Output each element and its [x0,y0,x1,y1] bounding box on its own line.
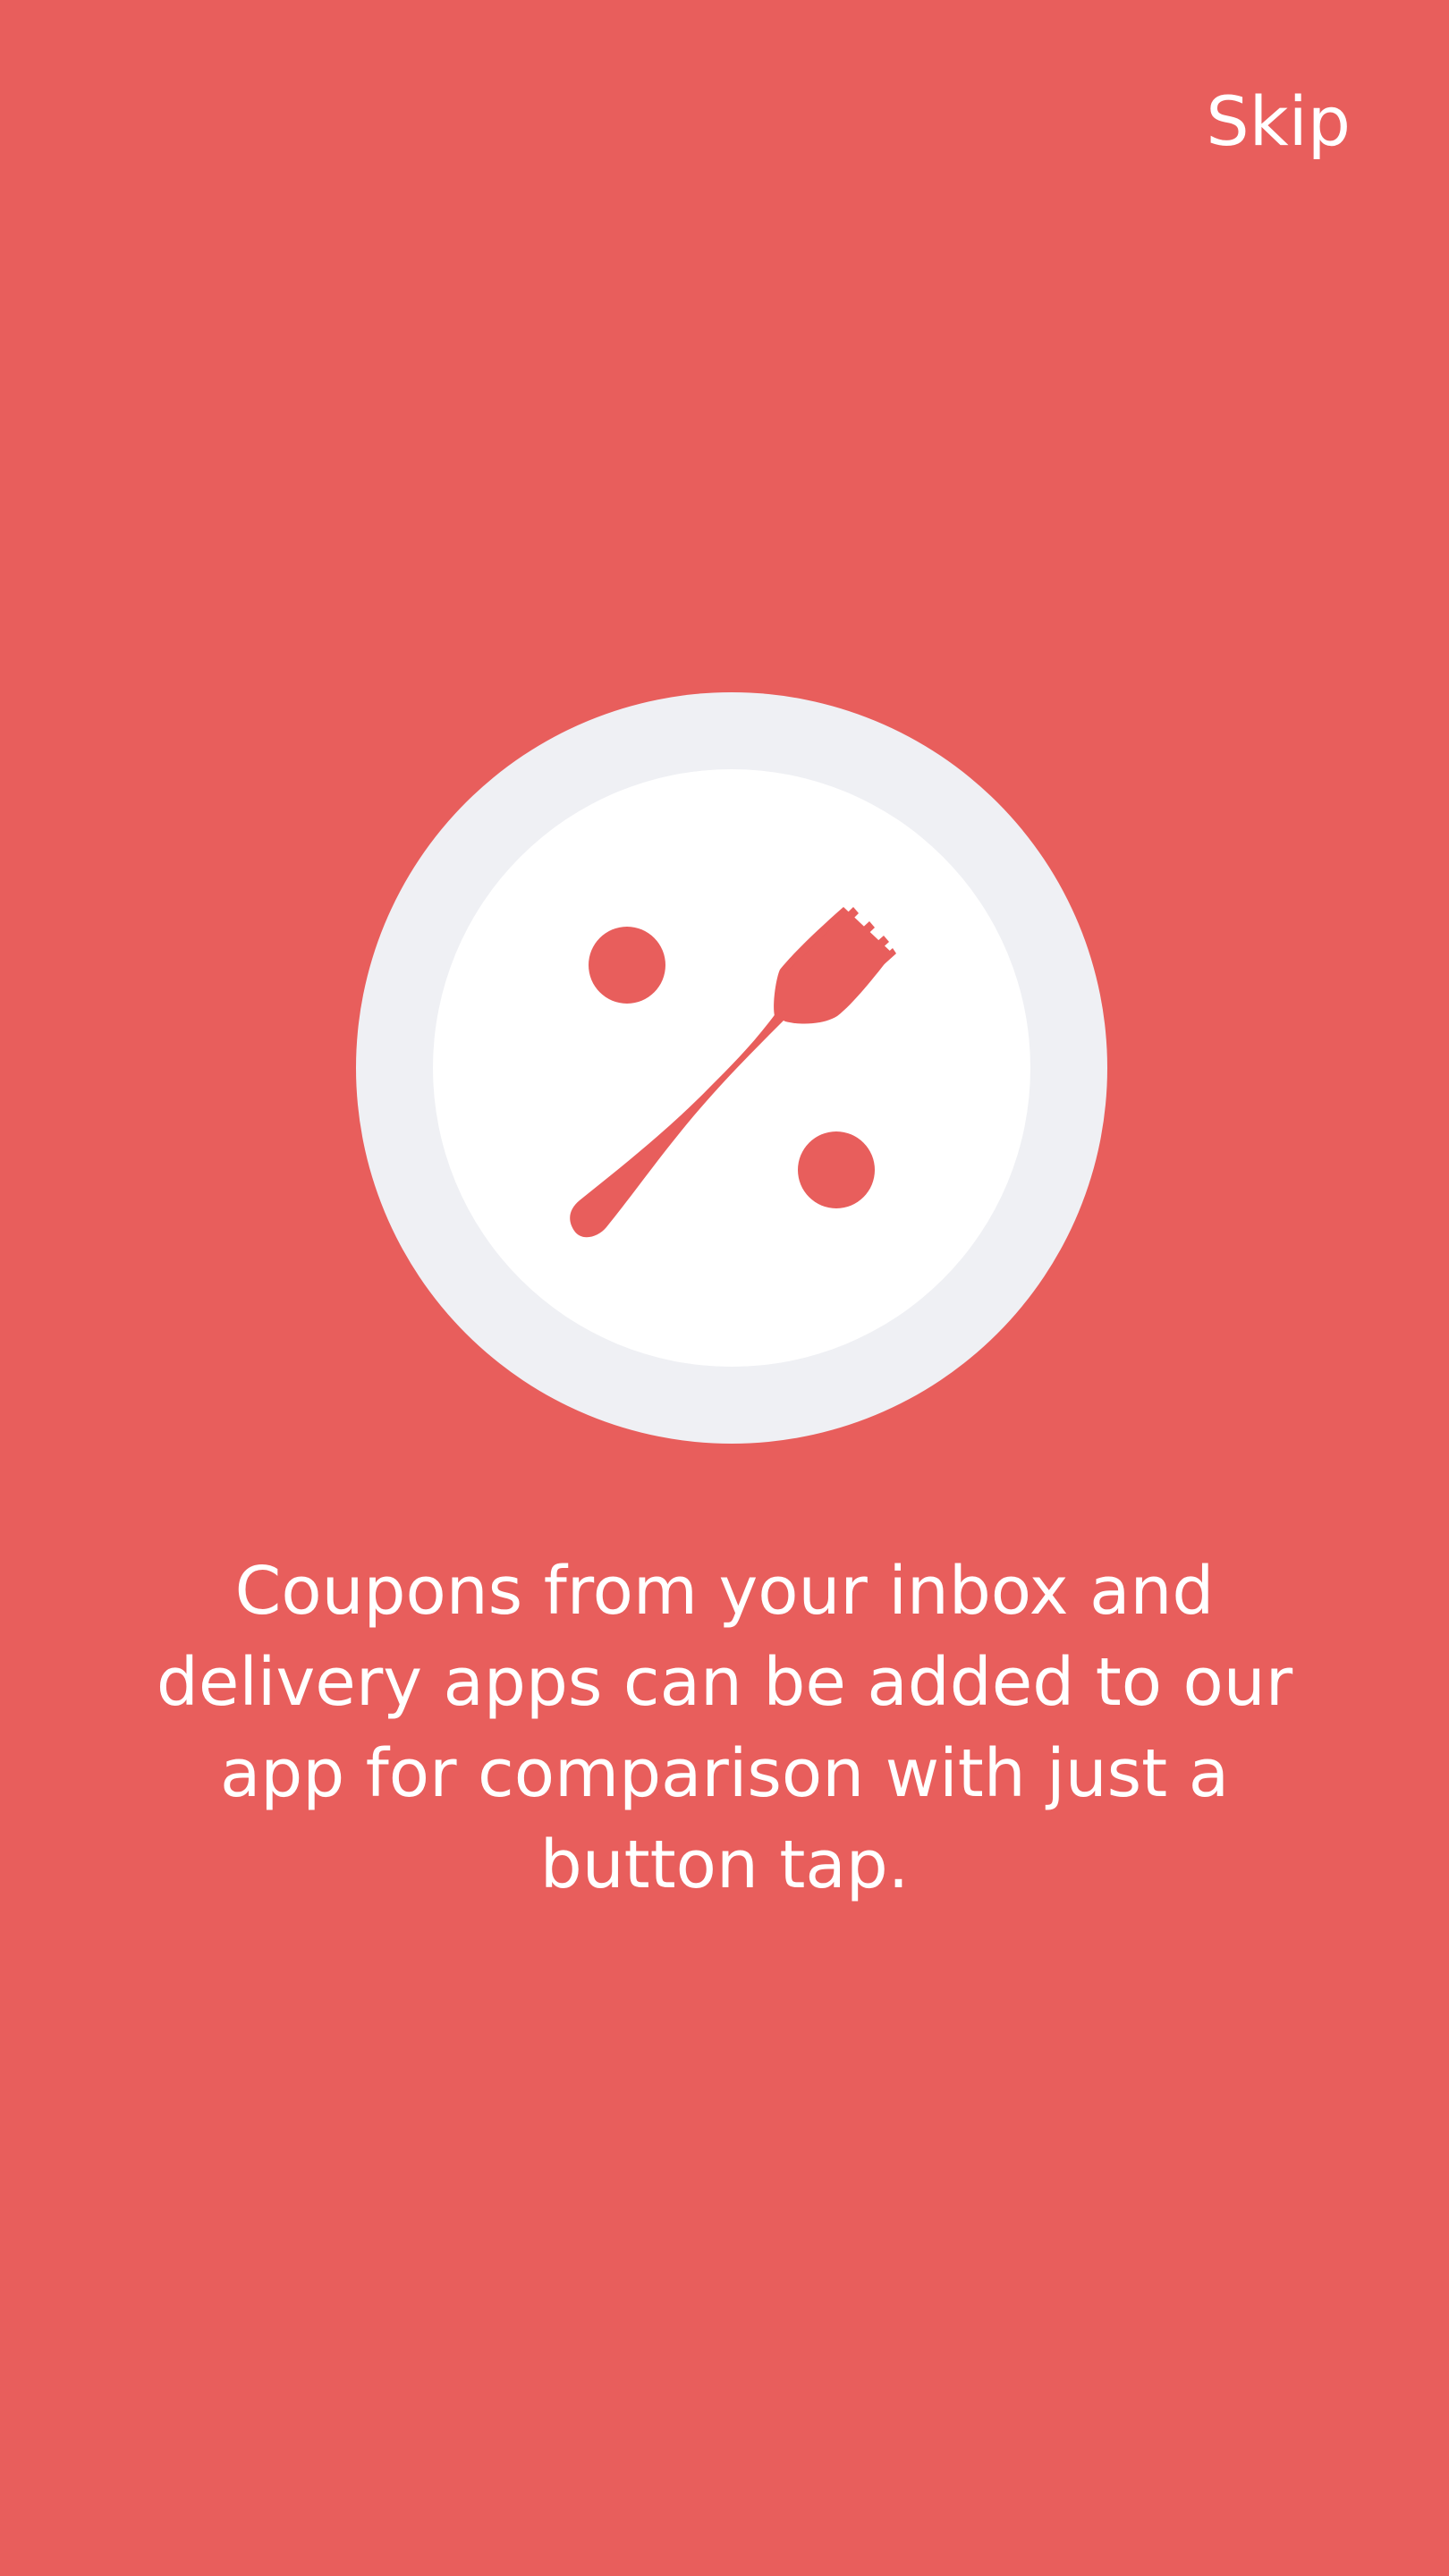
percent-dot-top-icon [589,927,665,1004]
skip-button[interactable]: Skip [1206,79,1351,165]
fork-percent-icon [570,907,896,1238]
percent-dot-bottom-icon [798,1131,875,1208]
onboarding-message: Coupons from your inbox and delivery app… [156,1553,1293,1903]
plate-illustration [356,692,1107,1444]
onboarding-screen: Skip Coupons from your inbox and deliver… [0,0,1449,2576]
